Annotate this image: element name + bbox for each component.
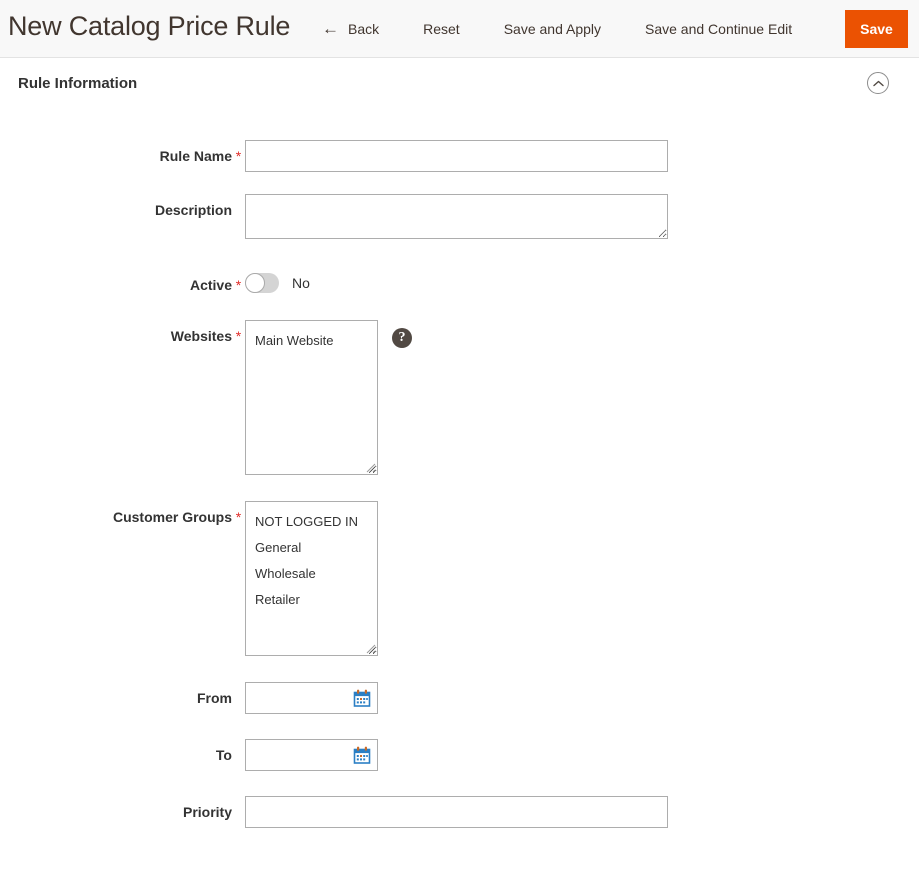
priority-required-marker [232,796,245,804]
field-row-rule-name: Rule Name * [0,140,919,172]
reset-button[interactable]: Reset [401,15,482,43]
websites-required-marker: * [235,328,242,344]
field-row-to: To [0,739,919,771]
from-label: From [197,690,232,706]
priority-label: Priority [182,804,232,820]
customer-groups-multiselect[interactable]: NOT LOGGED IN General Wholesale Retailer [245,501,378,656]
list-item[interactable]: Main Website [246,328,377,354]
from-required-marker [232,682,245,690]
rule-name-control [245,140,668,172]
save-and-apply-label: Save and Apply [503,21,601,37]
field-row-from: From [0,682,919,714]
rule-information-section-header[interactable]: Rule Information [0,58,919,108]
active-toggle[interactable] [245,273,279,293]
question-mark-icon[interactable]: ? [392,328,412,348]
description-required-marker [232,194,245,202]
arrow-left-icon: ← [322,18,339,38]
save-button[interactable]: Save [845,10,908,48]
active-required-marker: * [235,277,242,293]
back-button[interactable]: ← Back [300,15,401,44]
resize-grip-icon [366,463,376,473]
customer-groups-control: NOT LOGGED IN General Wholesale Retailer [245,501,378,656]
rule-name-required-marker: * [235,148,242,164]
save-and-continue-label: Save and Continue Edit [645,21,793,37]
description-control [245,194,668,239]
rule-information-form: Rule Name * Description Active * No Webs… [0,108,919,828]
customer-groups-required-marker: * [235,509,242,525]
to-label: To [215,747,232,763]
back-button-label: Back [348,21,380,37]
field-row-websites: Websites * Main Website ? [0,320,919,475]
description-textarea[interactable] [245,194,668,239]
active-label: Active [189,277,232,293]
list-item[interactable]: NOT LOGGED IN [246,509,377,535]
calendar-icon[interactable] [352,688,372,708]
reset-button-label: Reset [423,21,460,37]
websites-multiselect[interactable]: Main Website [245,320,378,475]
calendar-icon[interactable] [352,745,372,765]
rule-name-label: Rule Name [159,148,232,164]
field-row-active: Active * No [0,269,919,294]
resize-grip-icon [366,644,376,654]
to-required-marker [232,739,245,747]
field-row-customer-groups: Customer Groups * NOT LOGGED IN General … [0,501,919,656]
field-row-description: Description [0,194,919,239]
customer-groups-label: Customer Groups [112,509,232,525]
save-and-apply-button[interactable]: Save and Apply [482,15,623,43]
section-title: Rule Information [18,74,138,92]
priority-input[interactable] [245,796,668,828]
save-and-continue-edit-button[interactable]: Save and Continue Edit [623,15,814,43]
list-item[interactable]: General [246,535,377,561]
active-toggle-state-label: No [292,275,310,291]
priority-control [245,796,668,828]
field-row-priority: Priority [0,796,919,828]
page-actions-toolbar: ← Back Reset Save and Apply Save and Con… [300,0,814,58]
to-control [245,739,378,771]
chevron-up-circle-icon[interactable] [867,72,889,94]
rule-name-input[interactable] [245,140,668,172]
page-title: New Catalog Price Rule [8,11,291,41]
websites-label: Websites [170,328,232,344]
list-item[interactable]: Retailer [246,587,377,613]
list-item[interactable]: Wholesale [246,561,377,587]
from-control [245,682,378,714]
page-header: New Catalog Price Rule ← Back Reset Save… [0,0,919,58]
description-label: Description [154,202,232,218]
active-control: No [245,269,310,293]
toggle-knob [245,273,265,293]
websites-control: Main Website ? [245,320,412,475]
